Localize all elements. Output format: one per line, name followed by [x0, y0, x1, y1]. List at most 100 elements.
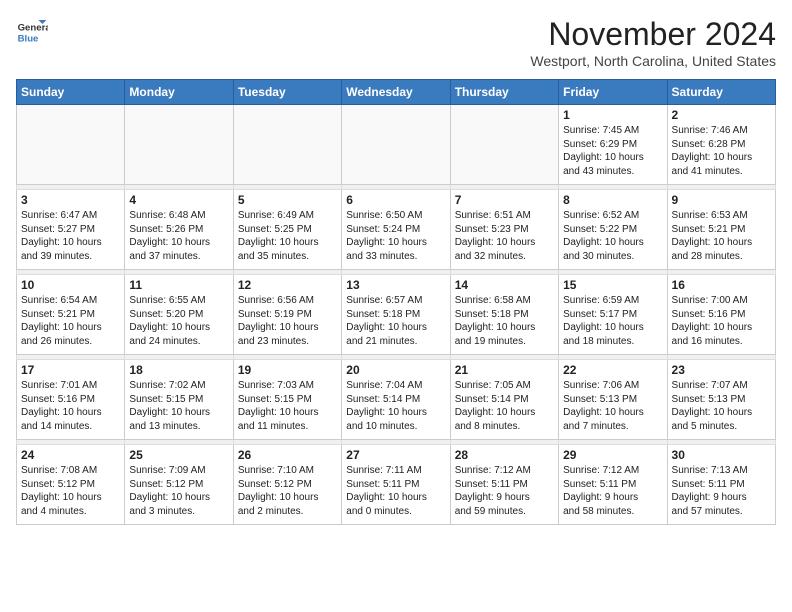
calendar-cell: 30Sunrise: 7:13 AM Sunset: 5:11 PM Dayli… [667, 445, 775, 525]
calendar: SundayMondayTuesdayWednesdayThursdayFrid… [16, 79, 776, 525]
calendar-cell: 22Sunrise: 7:06 AM Sunset: 5:13 PM Dayli… [559, 360, 667, 440]
calendar-cell: 28 Sunrise: 7:12 AM Sunset: 5:11 PM Dayli… [450, 445, 558, 525]
calendar-cell: 23 Sunrise: 7:07 AM Sunset: 5:13 PM Dayli… [667, 360, 775, 440]
cell-sun-info: Sunrise: 7:13 AM Sunset: 5:11 PM Dayligh… [672, 464, 771, 518]
cell-sun-info: Sunrise: 6:58 AM Sunset: 5:18 PM Dayligh… [455, 294, 554, 348]
calendar-cell: 26 Sunrise: 7:10 AM Sunset: 5:12 PM Dayli… [233, 445, 341, 525]
calendar-header-row: SundayMondayTuesdayWednesdayThursdayFrid… [17, 80, 776, 105]
calendar-cell: 6Sunrise: 6:50 AM Sunset: 5:24 PM Daylig… [342, 190, 450, 270]
day-number: 29 [563, 448, 662, 462]
day-number: 4 [129, 193, 228, 207]
calendar-cell: 17 Sunrise: 7:01 AM Sunset: 5:16 PM Dayli… [17, 360, 125, 440]
calendar-cell: 21 Sunrise: 7:05 AM Sunset: 5:14 PM Dayli… [450, 360, 558, 440]
calendar-cell: 27 Sunrise: 7:11 AM Sunset: 5:11 PM Dayli… [342, 445, 450, 525]
calendar-cell [233, 105, 341, 185]
cell-sun-info: Sunrise: 6:51 AM Sunset: 5:23 PM Dayligh… [455, 209, 554, 263]
calendar-week-2: 3 Sunrise: 6:47 AM Sunset: 5:27 PM Daylig… [17, 190, 776, 270]
calendar-cell: 8 Sunrise: 6:52 AM Sunset: 5:22 PM Daylig… [559, 190, 667, 270]
cell-sun-info: Sunrise: 7:12 AM Sunset: 5:11 PM Dayligh… [455, 464, 554, 518]
calendar-cell: 13 Sunrise: 6:57 AM Sunset: 5:18 PM Dayli… [342, 275, 450, 355]
cell-sun-info: Sunrise: 7:10 AM Sunset: 5:12 PM Dayligh… [238, 464, 337, 518]
calendar-cell: 16 Sunrise: 7:00 AM Sunset: 5:16 PM Dayli… [667, 275, 775, 355]
title-area: November 2024 Westport, North Carolina, … [530, 16, 776, 69]
calendar-cell: 20Sunrise: 7:04 AM Sunset: 5:14 PM Dayli… [342, 360, 450, 440]
calendar-cell: 14 Sunrise: 6:58 AM Sunset: 5:18 PM Dayli… [450, 275, 558, 355]
calendar-week-4: 17 Sunrise: 7:01 AM Sunset: 5:16 PM Dayli… [17, 360, 776, 440]
header: General Blue November 2024 Westport, Nor… [16, 16, 776, 69]
day-number: 17 [21, 363, 120, 377]
day-number: 7 [455, 193, 554, 207]
day-number: 24 [21, 448, 120, 462]
col-header-tuesday: Tuesday [233, 80, 341, 105]
cell-sun-info: Sunrise: 6:57 AM Sunset: 5:18 PM Dayligh… [346, 294, 445, 348]
calendar-cell: 9Sunrise: 6:53 AM Sunset: 5:21 PM Daylig… [667, 190, 775, 270]
day-number: 12 [238, 278, 337, 292]
day-number: 28 [455, 448, 554, 462]
calendar-cell [342, 105, 450, 185]
day-number: 19 [238, 363, 337, 377]
day-number: 14 [455, 278, 554, 292]
cell-sun-info: Sunrise: 7:07 AM Sunset: 5:13 PM Dayligh… [672, 379, 771, 433]
logo: General Blue [16, 16, 48, 48]
day-number: 23 [672, 363, 771, 377]
cell-sun-info: Sunrise: 6:48 AM Sunset: 5:26 PM Dayligh… [129, 209, 228, 263]
cell-sun-info: Sunrise: 6:56 AM Sunset: 5:19 PM Dayligh… [238, 294, 337, 348]
calendar-week-3: 10 Sunrise: 6:54 AM Sunset: 5:21 PM Dayli… [17, 275, 776, 355]
calendar-cell: 18Sunrise: 7:02 AM Sunset: 5:15 PM Dayli… [125, 360, 233, 440]
cell-sun-info: Sunrise: 6:52 AM Sunset: 5:22 PM Dayligh… [563, 209, 662, 263]
cell-sun-info: Sunrise: 6:59 AM Sunset: 5:17 PM Dayligh… [563, 294, 662, 348]
day-number: 22 [563, 363, 662, 377]
calendar-cell: 24 Sunrise: 7:08 AM Sunset: 5:12 PM Dayli… [17, 445, 125, 525]
day-number: 3 [21, 193, 120, 207]
day-number: 8 [563, 193, 662, 207]
month-title: November 2024 [530, 16, 776, 53]
col-header-sunday: Sunday [17, 80, 125, 105]
calendar-week-5: 24 Sunrise: 7:08 AM Sunset: 5:12 PM Dayli… [17, 445, 776, 525]
cell-sun-info: Sunrise: 6:54 AM Sunset: 5:21 PM Dayligh… [21, 294, 120, 348]
calendar-cell: 15 Sunrise: 6:59 AM Sunset: 5:17 PM Dayli… [559, 275, 667, 355]
calendar-cell: 3 Sunrise: 6:47 AM Sunset: 5:27 PM Daylig… [17, 190, 125, 270]
cell-sun-info: Sunrise: 7:11 AM Sunset: 5:11 PM Dayligh… [346, 464, 445, 518]
cell-sun-info: Sunrise: 6:55 AM Sunset: 5:20 PM Dayligh… [129, 294, 228, 348]
calendar-cell: 2 Sunrise: 7:46 AM Sunset: 6:28 PM Daylig… [667, 105, 775, 185]
day-number: 13 [346, 278, 445, 292]
day-number: 21 [455, 363, 554, 377]
cell-sun-info: Sunrise: 7:01 AM Sunset: 5:16 PM Dayligh… [21, 379, 120, 433]
col-header-friday: Friday [559, 80, 667, 105]
calendar-cell: 10 Sunrise: 6:54 AM Sunset: 5:21 PM Dayli… [17, 275, 125, 355]
col-header-wednesday: Wednesday [342, 80, 450, 105]
calendar-cell [125, 105, 233, 185]
day-number: 27 [346, 448, 445, 462]
cell-sun-info: Sunrise: 6:47 AM Sunset: 5:27 PM Dayligh… [21, 209, 120, 263]
cell-sun-info: Sunrise: 7:46 AM Sunset: 6:28 PM Dayligh… [672, 124, 771, 178]
day-number: 9 [672, 193, 771, 207]
day-number: 1 [563, 108, 662, 122]
cell-sun-info: Sunrise: 7:45 AM Sunset: 6:29 PM Dayligh… [563, 124, 662, 178]
calendar-cell: 29 Sunrise: 7:12 AM Sunset: 5:11 PM Dayli… [559, 445, 667, 525]
cell-sun-info: Sunrise: 7:09 AM Sunset: 5:12 PM Dayligh… [129, 464, 228, 518]
day-number: 20 [346, 363, 445, 377]
cell-sun-info: Sunrise: 7:02 AM Sunset: 5:15 PM Dayligh… [129, 379, 228, 433]
cell-sun-info: Sunrise: 7:00 AM Sunset: 5:16 PM Dayligh… [672, 294, 771, 348]
calendar-cell: 25Sunrise: 7:09 AM Sunset: 5:12 PM Dayli… [125, 445, 233, 525]
calendar-cell: 12 Sunrise: 6:56 AM Sunset: 5:19 PM Dayli… [233, 275, 341, 355]
day-number: 26 [238, 448, 337, 462]
calendar-cell: 5 Sunrise: 6:49 AM Sunset: 5:25 PM Daylig… [233, 190, 341, 270]
calendar-week-1: 1 Sunrise: 7:45 AM Sunset: 6:29 PM Daylig… [17, 105, 776, 185]
calendar-cell [17, 105, 125, 185]
svg-text:General: General [18, 22, 48, 33]
calendar-cell: 1 Sunrise: 7:45 AM Sunset: 6:29 PM Daylig… [559, 105, 667, 185]
cell-sun-info: Sunrise: 7:05 AM Sunset: 5:14 PM Dayligh… [455, 379, 554, 433]
calendar-cell [450, 105, 558, 185]
day-number: 15 [563, 278, 662, 292]
cell-sun-info: Sunrise: 6:49 AM Sunset: 5:25 PM Dayligh… [238, 209, 337, 263]
cell-sun-info: Sunrise: 7:08 AM Sunset: 5:12 PM Dayligh… [21, 464, 120, 518]
cell-sun-info: Sunrise: 7:12 AM Sunset: 5:11 PM Dayligh… [563, 464, 662, 518]
day-number: 16 [672, 278, 771, 292]
day-number: 10 [21, 278, 120, 292]
day-number: 6 [346, 193, 445, 207]
day-number: 2 [672, 108, 771, 122]
day-number: 11 [129, 278, 228, 292]
col-header-thursday: Thursday [450, 80, 558, 105]
day-number: 5 [238, 193, 337, 207]
